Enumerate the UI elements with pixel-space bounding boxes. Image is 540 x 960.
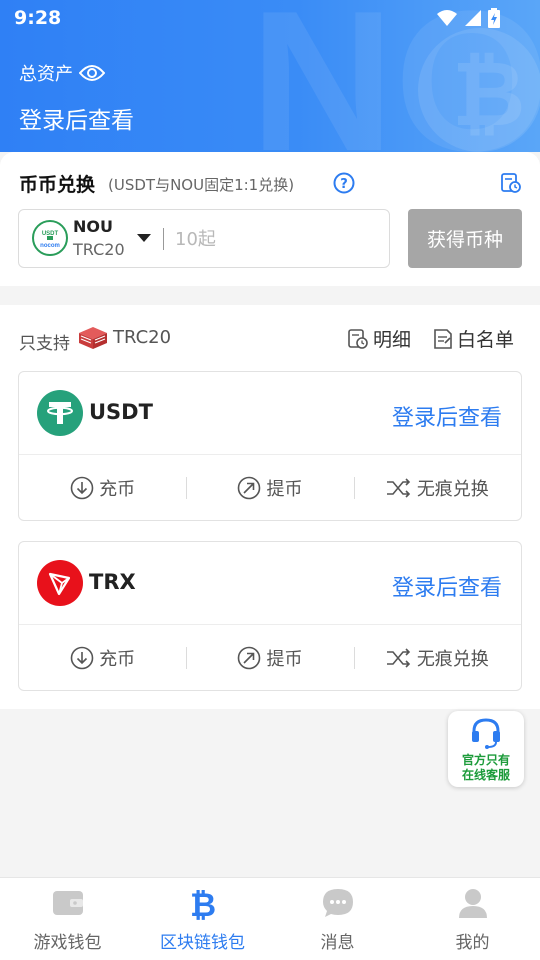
wifi-icon: [437, 10, 457, 26]
svg-text:₿: ₿: [452, 45, 525, 145]
svg-text:?: ?: [340, 177, 348, 192]
swap-button[interactable]: 无痕兑换: [353, 625, 521, 691]
bitcoin-icon: ₿: [189, 887, 215, 921]
withdraw-label: 提币: [266, 649, 303, 670]
bottom-nav: 游戏钱包 ₿ 区块链钱包 消息 我的: [0, 877, 540, 960]
svg-text:₿: ₿: [189, 887, 215, 921]
headset-icon: [472, 718, 500, 749]
swap-label: 无痕兑换: [416, 479, 489, 500]
coin-balance[interactable]: 登录后查看: [392, 570, 502, 602]
whitelist-button[interactable]: 白名单: [433, 325, 514, 352]
withdraw-icon: [238, 646, 261, 670]
card-actions: 充币 提币 无痕兑换: [19, 625, 521, 691]
nav-label: 消息: [320, 933, 355, 953]
nou-logo-icon: USDT nocom: [40, 231, 60, 249]
nav-profile[interactable]: 我的: [405, 878, 540, 960]
swap-button[interactable]: 无痕兑换: [353, 455, 521, 521]
detail-button[interactable]: 明细: [347, 325, 411, 352]
coin-card-trx: TRX 登录后查看 充币 提币 无痕兑换: [18, 541, 522, 691]
nav-label: 游戏钱包: [33, 933, 102, 953]
header: NO ₿ 9:28 总资产 登录后查看: [0, 0, 540, 152]
coin-selector-logo[interactable]: USDT nocom: [32, 220, 68, 256]
status-time: 9:28: [14, 7, 62, 29]
coin-selector-network[interactable]: TRC20: [73, 240, 125, 259]
service-text-line2: 在线客服: [461, 768, 510, 782]
status-icons: [436, 8, 500, 28]
detail-label: 明细: [373, 329, 412, 351]
deposit-label: 充币: [99, 479, 136, 500]
amount-input[interactable]: [175, 224, 375, 254]
help-icon[interactable]: ?: [333, 172, 355, 194]
battery-icon: [488, 8, 500, 28]
wallet-icon: [52, 891, 83, 915]
whitelist-label: 白名单: [457, 329, 515, 351]
coin-card-usdt: USDT 登录后查看 充币 提币 无痕兑换: [18, 371, 522, 521]
deposit-label: 充币: [99, 649, 136, 670]
total-assets-label: 总资产: [19, 60, 105, 86]
support-label: 只支持: [19, 334, 70, 354]
nav-label: 区块链钱包: [160, 933, 245, 953]
withdraw-button[interactable]: 提币: [186, 625, 353, 691]
customer-service-button[interactable]: 官方只有 在线客服: [448, 711, 524, 787]
tether-icon: [37, 390, 83, 436]
swap-label: 无痕兑换: [416, 649, 489, 670]
withdraw-icon: [238, 476, 261, 500]
trc20-chain-icon: [79, 327, 107, 349]
nav-messages[interactable]: 消息: [270, 878, 405, 960]
exchange-title: 币币兑换: [19, 174, 96, 196]
deposit-button[interactable]: 充币: [19, 625, 186, 691]
chat-icon: [322, 889, 353, 917]
user-icon: [458, 889, 487, 918]
get-currency-button[interactable]: 获得币种: [408, 209, 522, 268]
shuffle-icon: [386, 648, 410, 668]
nav-game-wallet[interactable]: 游戏钱包: [0, 878, 135, 960]
nav-blockchain-wallet[interactable]: ₿ 区块链钱包: [135, 878, 270, 960]
total-assets-value[interactable]: 登录后查看: [19, 101, 134, 135]
withdraw-button[interactable]: 提币: [186, 455, 353, 521]
status-bar: 9:28: [0, 0, 540, 36]
svg-text:nocom: nocom: [40, 243, 60, 249]
support-chain: TRC20: [113, 327, 172, 348]
chevron-down-icon[interactable]: [137, 234, 151, 242]
whitelist-icon: [434, 328, 452, 349]
input-divider: [163, 228, 164, 250]
exchange-note: (USDT与NOU固定1:1兑换): [108, 176, 295, 194]
coin-name: USDT: [89, 400, 153, 424]
coin-balance[interactable]: 登录后查看: [392, 400, 502, 432]
exchange-history-icon[interactable]: [500, 172, 522, 194]
coin-selector-name[interactable]: NOU: [73, 217, 113, 236]
detail-icon: [348, 328, 368, 349]
shuffle-icon: [386, 478, 410, 498]
deposit-button[interactable]: 充币: [19, 455, 186, 521]
signal-icon: [465, 10, 481, 26]
withdraw-label: 提币: [266, 479, 303, 500]
nav-label: 我的: [455, 933, 490, 953]
deposit-icon: [70, 646, 94, 670]
coin-name: TRX: [89, 570, 136, 594]
eye-icon[interactable]: [79, 64, 105, 82]
tron-icon: [37, 560, 83, 606]
total-assets-text: 总资产: [19, 64, 73, 85]
deposit-icon: [70, 476, 94, 500]
card-actions: 充币 提币 无痕兑换: [19, 455, 521, 521]
